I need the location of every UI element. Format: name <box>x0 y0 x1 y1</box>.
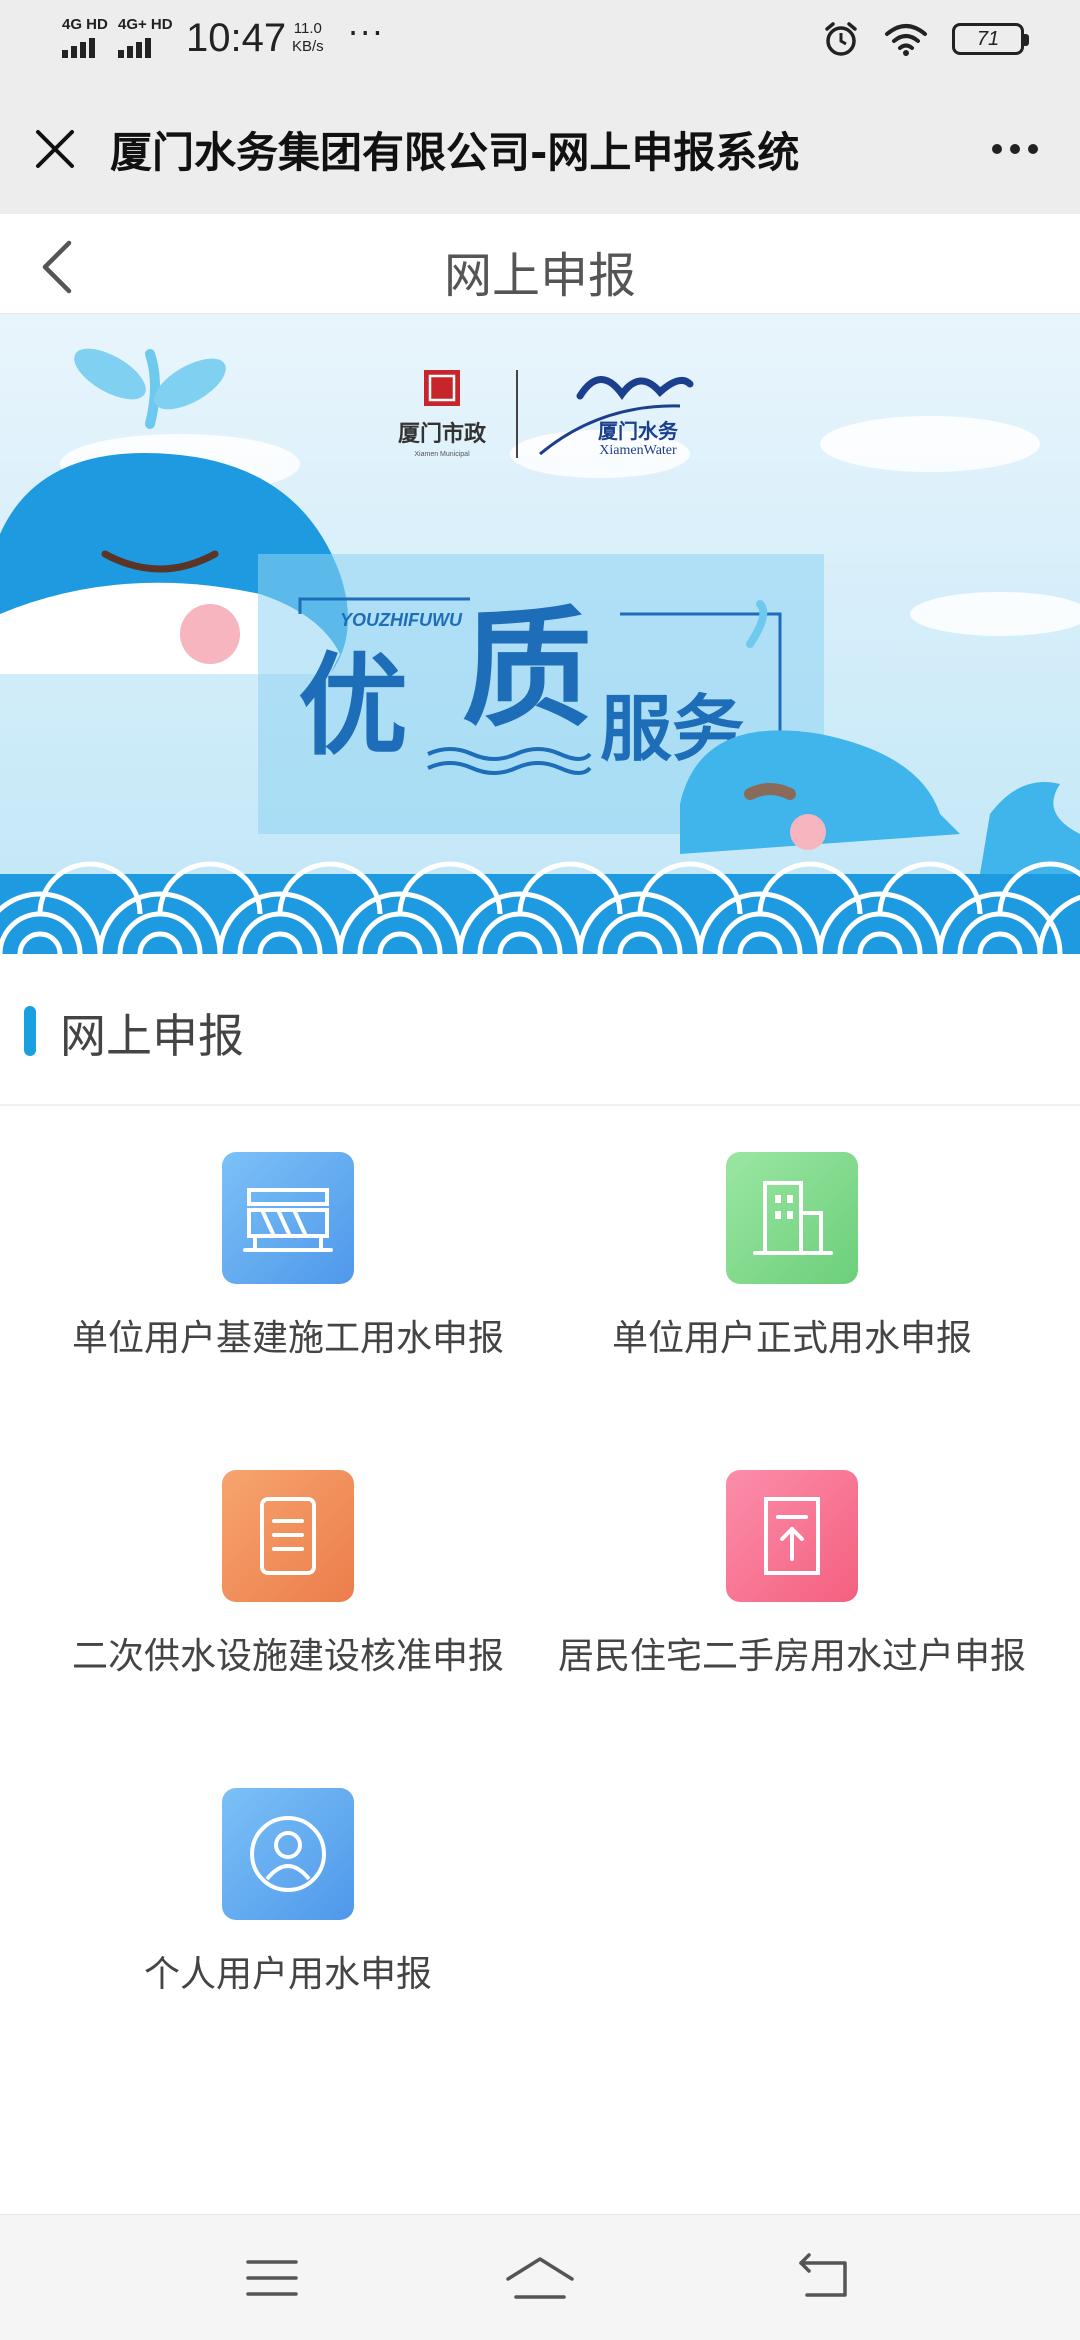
service-item-house-transfer[interactable]: 居民住宅二手房用水过户申报 <box>522 1470 1062 1682</box>
service-item-formal-water[interactable]: 单位用户正式用水申报 <box>522 1152 1062 1364</box>
page-header: 网上申报 <box>0 214 1080 314</box>
battery-indicator: 71 <box>952 23 1029 55</box>
alarm-icon <box>825 22 857 56</box>
home-button[interactable] <box>490 2243 590 2313</box>
network-speed: 11.0 KB/s <box>292 20 324 56</box>
document-upload-icon <box>726 1470 858 1602</box>
app-title: 厦门水务集团有限公司-网上申报系统 <box>110 127 800 177</box>
logo-left-cn: 厦门市政 <box>398 421 487 446</box>
signal-4g-icon: 4G HD <box>62 16 108 58</box>
section-accent-bar <box>24 1006 36 1056</box>
banner-slogan-1: 优 <box>298 642 408 770</box>
person-icon <box>222 1788 354 1920</box>
menu-button[interactable] <box>222 2243 322 2313</box>
clock: 10:47 <box>186 16 287 60</box>
service-label: 个人用户用水申报 <box>143 1954 432 1995</box>
close-icon <box>36 130 74 168</box>
service-item-construction-water[interactable]: 单位用户基建施工用水申报 <box>18 1152 558 1364</box>
service-label: 二次供水设施建设核准申报 <box>71 1636 504 1677</box>
service-banner: 厦门市政 Xiamen Municipal 厦门水务 XiamenWater Y… <box>0 314 1080 954</box>
building-icon <box>726 1152 858 1284</box>
logo-right-en: XiamenWater <box>599 443 677 458</box>
construction-barrier-icon <box>222 1152 354 1284</box>
logo-left-en: Xiamen Municipal <box>414 451 470 458</box>
service-item-personal-water[interactable]: 个人用户用水申报 <box>18 1788 558 2000</box>
service-label: 居民住宅二手房用水过户申报 <box>557 1636 1026 1677</box>
more-options-button[interactable] <box>980 124 1050 174</box>
return-icon <box>799 2253 847 2297</box>
signal-4g-plus-icon: 4G+ HD <box>118 16 173 58</box>
page-title: 网上申报 <box>443 248 636 304</box>
wave-pattern <box>0 861 1080 954</box>
banner-pinyin: YOUZHIFUWU <box>340 610 463 630</box>
close-button[interactable] <box>0 84 110 214</box>
network-speed-value: 11.0 <box>293 20 322 37</box>
home-icon <box>506 2257 574 2299</box>
system-nav-bar <box>0 2214 1080 2340</box>
wifi-icon <box>885 24 927 56</box>
service-item-secondary-supply[interactable]: 二次供水设施建设核准申报 <box>18 1470 558 1682</box>
banner-illustration: 厦门市政 Xiamen Municipal 厦门水务 XiamenWater Y… <box>0 314 1080 954</box>
service-label: 单位用户正式用水申报 <box>611 1318 972 1359</box>
notification-more-icon: ··· <box>348 14 385 52</box>
service-label: 单位用户基建施工用水申报 <box>71 1318 504 1359</box>
section-header: 网上申报 <box>0 954 1080 1106</box>
signal-label-1: 4G HD <box>62 16 108 33</box>
document-list-icon <box>222 1470 354 1602</box>
status-bar: 4G HD 4G+ HD 10:47 11.0 KB/s ··· 71 <box>0 0 1080 84</box>
logo-right-cn: 厦门水务 <box>598 419 679 443</box>
back-nav-button[interactable] <box>774 2243 874 2313</box>
section-title: 网上申报 <box>60 1009 244 1063</box>
banner-slogan-2: 质 <box>462 593 592 745</box>
menu-icon <box>246 2260 298 2296</box>
app-title-bar: 厦门水务集团有限公司-网上申报系统 <box>0 84 1080 214</box>
network-speed-unit: KB/s <box>292 38 324 55</box>
signal-label-2: 4G+ HD <box>118 16 173 33</box>
